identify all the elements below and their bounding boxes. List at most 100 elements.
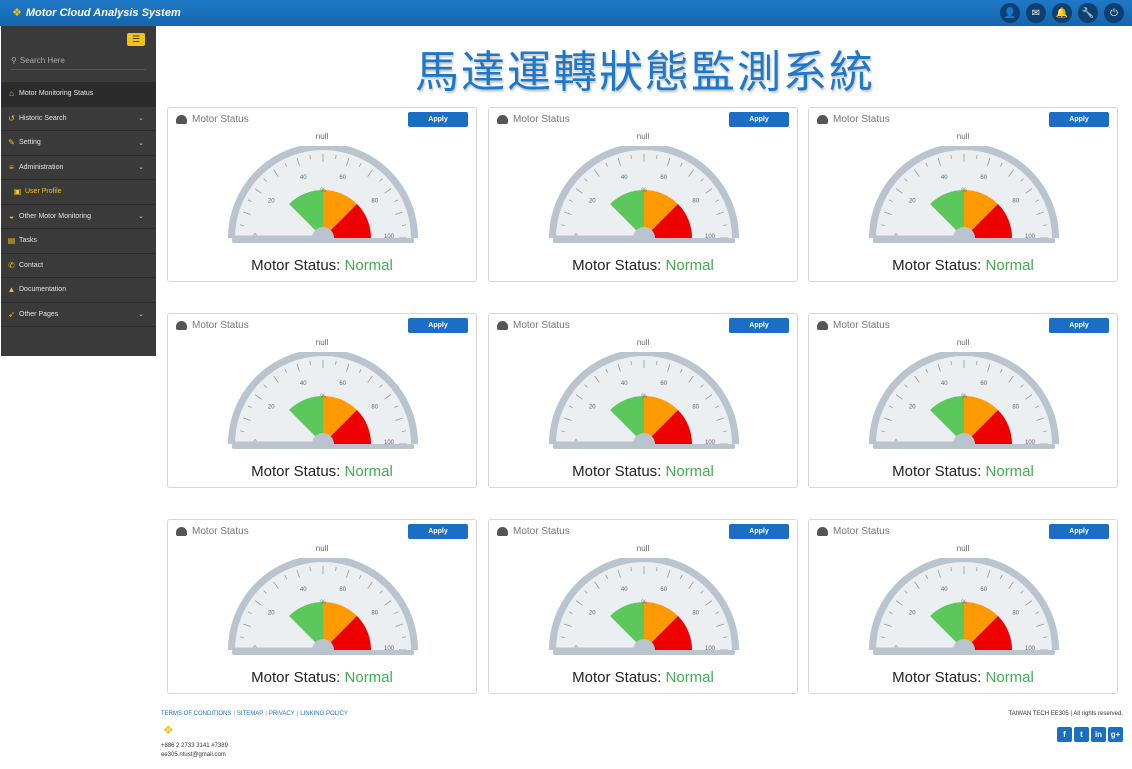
gauge-tick-label: 60 — [980, 175, 987, 181]
sidebar-item-other-motor-monitoring[interactable]: ◒ Other Motor Monitoring ⌄ — [1, 205, 156, 229]
twitter-icon[interactable]: t — [1074, 727, 1089, 742]
apply-button[interactable]: Apply — [1049, 318, 1109, 333]
card-header: Motor Status — [817, 114, 890, 125]
card-title: Motor Status — [833, 114, 890, 125]
sidebar-item-administration[interactable]: ≡ Administration ⌄ — [1, 156, 156, 180]
card-header: Motor Status — [176, 114, 249, 125]
user-icon[interactable]: 👤 — [1000, 3, 1020, 23]
sidebar-item-label: User Profile — [25, 188, 62, 196]
footer-link-linking-policy[interactable]: LINKING POLICY — [300, 711, 348, 717]
motor-status-line: Motor Status: Normal — [168, 669, 476, 686]
sidebar-item-contact[interactable]: ✆ Contact — [1, 254, 156, 278]
gauge-tick-label: 20 — [589, 198, 596, 204]
motor-status-line: Motor Status: Normal — [489, 669, 797, 686]
page-title: 馬達運轉狀態監測系統 — [415, 47, 875, 98]
google-plus-icon[interactable]: g+ — [1108, 727, 1123, 742]
motor-status-line: Motor Status: Normal — [168, 463, 476, 480]
sidebar-item-label: Historic Search — [19, 114, 67, 122]
search-input[interactable]: ⚲ Search Here — [11, 56, 146, 70]
card-header: Motor Status — [817, 320, 890, 331]
sidebar-item-setting[interactable]: ✎ Setting ⌄ — [1, 131, 156, 156]
sidebar-item-other-pages[interactable]: ➶ Other Pages ⌄ — [1, 303, 156, 327]
dashboard-icon — [817, 527, 828, 536]
status-value: Normal — [344, 669, 393, 686]
apply-button[interactable]: Apply — [408, 524, 468, 539]
apply-button[interactable]: Apply — [408, 112, 468, 127]
linkedin-icon[interactable]: in — [1091, 727, 1106, 742]
brand[interactable]: ❖ Motor Cloud Analysis System — [12, 6, 181, 20]
gauge-chart: 020406080100% — [549, 143, 739, 243]
motor-status-card: Motor StatusApplynull020406080100%Motor … — [167, 313, 477, 488]
tasks-icon: ▤ — [7, 236, 16, 246]
sidebar-item-historic-search[interactable]: ↺ Historic Search ⌄ — [1, 107, 156, 131]
gauge-tick-label: 20 — [909, 198, 916, 204]
sidebar-item-user-profile[interactable]: ▣ User Profile — [1, 180, 156, 205]
card-title: Motor Status — [192, 526, 249, 537]
footer-link-sitemap[interactable]: SITEMAP — [237, 711, 263, 717]
chevron-down-icon: ⌄ — [138, 311, 144, 319]
apply-button[interactable]: Apply — [729, 112, 789, 127]
gauge-base — [873, 650, 1055, 655]
mail-icon[interactable]: ✉ — [1026, 3, 1046, 23]
gauge-value-label: null — [636, 132, 650, 141]
sidebar-item-label: Administration — [19, 163, 64, 171]
sidebar-item-documentation[interactable]: ▲ Documentation — [1, 278, 156, 303]
wrench-icon[interactable]: 🔧 — [1078, 3, 1098, 23]
apply-button[interactable]: Apply — [1049, 112, 1109, 127]
apply-button[interactable]: Apply — [408, 318, 468, 333]
card-header: Motor Status — [497, 320, 570, 331]
card-title: Motor Status — [192, 114, 249, 125]
chevron-down-icon: ⌄ — [138, 139, 144, 147]
motor-status-line: Motor Status: Normal — [489, 463, 797, 480]
motor-status-line: Motor Status: Normal — [489, 257, 797, 274]
gauge-tick-label: 80 — [692, 404, 699, 410]
motor-status-line: Motor Status: Normal — [168, 257, 476, 274]
gauge: 020406080100% — [228, 143, 418, 244]
bell-icon[interactable]: 🔔 — [1052, 3, 1072, 23]
gauge-tick-label: 80 — [371, 198, 378, 204]
motor-status-card: Motor StatusApplynull020406080100%Motor … — [488, 313, 798, 488]
motor-status-card: Motor StatusApplynull020406080100%Motor … — [488, 519, 798, 694]
phone-icon: ✆ — [8, 260, 15, 270]
gauge-tick-label: 80 — [371, 404, 378, 410]
apply-button[interactable]: Apply — [1049, 524, 1109, 539]
status-label: Motor Status: — [251, 669, 341, 686]
dashboard-icon — [817, 115, 828, 124]
footer-link-terms-of-conditions[interactable]: TERMS OF CONDITIONS — [161, 711, 231, 717]
apply-button[interactable]: Apply — [729, 318, 789, 333]
list-icon: ≡ — [9, 162, 14, 172]
status-label: Motor Status: — [251, 257, 341, 274]
gauge-tick-label: 40 — [300, 587, 307, 593]
gauge-tick-label: 60 — [660, 175, 667, 181]
logo-icon: ❖ — [12, 7, 22, 19]
sidebar-item-tasks[interactable]: ▤ Tasks — [1, 229, 156, 254]
menu-toggle-icon[interactable]: ☰ — [127, 33, 145, 46]
footer-link-privacy[interactable]: PRIVACY — [269, 711, 295, 717]
gauge-tick-label: 60 — [980, 381, 987, 387]
footer-contact: +886 2 2733 3141 #7389 ee305.ntust@gmail… — [161, 742, 228, 760]
sidebar-item-label: Setting — [19, 139, 41, 147]
gauge-tick-label: 60 — [339, 175, 346, 181]
gauge-base — [553, 238, 735, 243]
status-value: Normal — [665, 463, 714, 480]
apply-button[interactable]: Apply — [729, 524, 789, 539]
dashboard-icon — [497, 527, 508, 536]
sidebar: ☰ ⚲ Search Here ⌂ Motor Monitoring Status… — [1, 26, 156, 356]
gauge: 020406080100% — [549, 555, 739, 656]
gauge-chart: 020406080100% — [228, 143, 418, 243]
sidebar-item-label: Motor Monitoring Status — [19, 90, 94, 98]
gauge: 020406080100% — [869, 143, 1059, 244]
footer-links: TERMS OF CONDITIONS | SITEMAP | PRIVACY | LINK… — [161, 711, 348, 717]
gauge-value-label: null — [956, 338, 970, 347]
social-links: f t in g+ — [1057, 727, 1123, 742]
gauge-unit: % — [320, 600, 326, 606]
gauge: 020406080100% — [228, 349, 418, 450]
sidebar-item-label: Documentation — [19, 286, 67, 294]
gauge: 020406080100% — [869, 349, 1059, 450]
sidebar-item-motor-monitoring-status[interactable]: ⌂ Motor Monitoring Status — [1, 82, 156, 107]
facebook-icon[interactable]: f — [1057, 727, 1072, 742]
power-icon[interactable]: ⏻ — [1104, 3, 1124, 23]
separator: | — [233, 711, 235, 717]
sidebar-item-label: Other Pages — [19, 310, 59, 318]
footer-email[interactable]: ee305.ntust@gmail.com — [161, 751, 228, 760]
